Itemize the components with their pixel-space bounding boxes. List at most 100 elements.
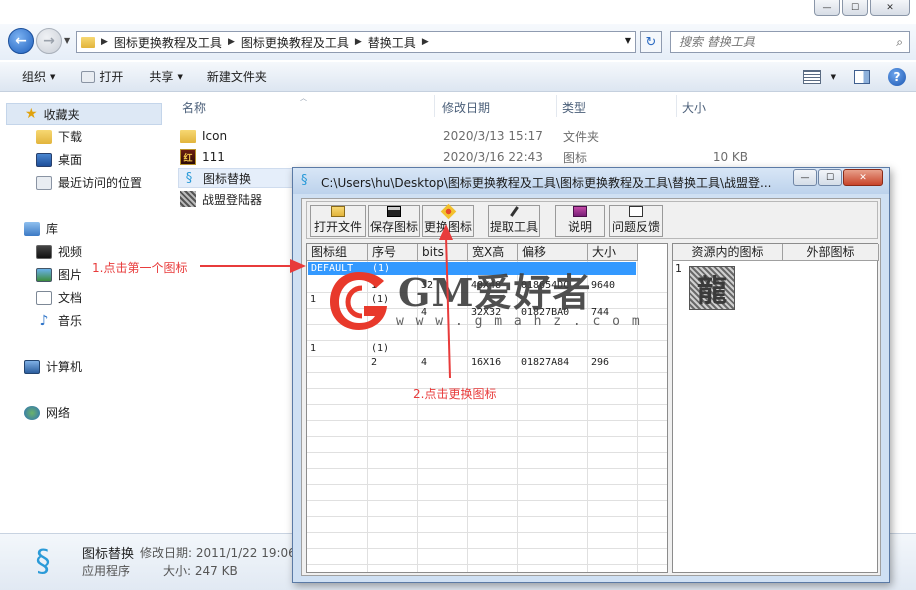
breadcrumb-item[interactable]: 图标更换教程及工具 — [114, 34, 222, 51]
open-label: 打开 — [99, 70, 124, 84]
change-view-button[interactable]: ▼ — [802, 70, 836, 84]
cell-index: 2 — [371, 357, 378, 368]
sidebar-item-network[interactable]: 网络 — [24, 404, 70, 421]
file-row[interactable]: 红 111 2020/3/16 22:43 图标 10 KB — [178, 147, 778, 167]
feedback-label: 问题反馈 — [611, 220, 660, 234]
pictures-icon — [36, 267, 52, 282]
sidebar-item-recent[interactable]: 最近访问的位置 — [36, 174, 142, 191]
file-row[interactable]: Icon 2020/3/13 15:17 文件夹 — [178, 126, 778, 146]
organize-button[interactable]: 组织 ▼ — [0, 62, 65, 92]
dialog-maximize-button[interactable]: ☐ — [818, 169, 842, 186]
breadcrumb-separator-icon[interactable]: ▶ — [422, 37, 429, 47]
open-button[interactable]: 打开 — [65, 62, 133, 92]
column-header-size[interactable]: 大小 — [588, 244, 638, 261]
sidebar-item-videos[interactable]: 视频 — [36, 243, 82, 260]
readme-label: 说明 — [567, 220, 592, 234]
replace-icon-button[interactable]: 更换图标 — [422, 203, 474, 237]
column-header-size-wh[interactable]: 宽X高 — [468, 244, 518, 261]
column-header-size[interactable]: 大小 — [682, 99, 706, 116]
column-header-icon-group[interactable]: 图标组 — [307, 244, 368, 261]
details-name: 图标替换 — [82, 547, 135, 562]
grid-line — [307, 549, 667, 565]
minimize-button[interactable]: — — [814, 0, 840, 16]
breadcrumb-separator-icon[interactable]: ▶ — [228, 37, 235, 47]
address-bar[interactable]: ▶ 图标更换教程及工具 ▶ 图标更换教程及工具 ▶ 替换工具 ▶ ▼ — [76, 31, 636, 53]
file-row-selected[interactable]: § 图标替换 — [178, 168, 298, 188]
details-type: 应用程序 — [82, 564, 131, 578]
breadcrumb-item[interactable]: 图标更换教程及工具 — [241, 34, 349, 51]
table-row[interactable]: 1 (1) — [307, 341, 667, 355]
extract-tool-button[interactable]: 提取工具 — [488, 205, 540, 237]
feedback-button[interactable]: 问题反馈 — [609, 205, 663, 237]
swirl-app-icon: § — [35, 544, 51, 579]
file-name: 图标替换 — [203, 171, 252, 186]
dragon-icon[interactable]: 龍 — [689, 266, 735, 310]
back-button[interactable]: ← — [8, 28, 34, 54]
breadcrumb-separator-icon[interactable]: ▶ — [355, 37, 362, 47]
share-button[interactable]: 共享 ▼ — [133, 62, 192, 92]
sidebar-item-pictures[interactable]: 图片 — [36, 266, 82, 283]
organize-label: 组织 — [22, 70, 47, 84]
breadcrumb-separator-icon[interactable]: ▶ — [101, 37, 108, 47]
folder-icon — [180, 130, 196, 143]
grid-line — [307, 421, 667, 437]
sidebar-item-music[interactable]: ♪ 音乐 — [36, 312, 82, 329]
sidebar-item-favorites[interactable]: ★ 收藏夹 — [6, 103, 162, 125]
recent-pages-dropdown[interactable]: ▼ — [64, 36, 70, 45]
refresh-button[interactable]: ↻ — [640, 31, 662, 53]
sidebar-item-label: 网络 — [46, 406, 71, 420]
address-dropdown-icon[interactable]: ▼ — [625, 36, 631, 45]
sidebar-item-computer[interactable]: 计算机 — [24, 358, 82, 375]
chevron-down-icon: ▼ — [830, 73, 836, 81]
toolbar-right: ▼ ? — [802, 68, 906, 86]
details-modified: 修改日期: 2011/1/22 19:06 — [140, 546, 296, 560]
new-folder-label: 新建文件夹 — [206, 70, 267, 84]
readme-button[interactable]: 说明 — [555, 205, 605, 237]
dialog-close-button[interactable]: ✕ — [843, 169, 883, 186]
column-divider[interactable] — [434, 95, 435, 117]
sidebar-item-label: 最近访问的位置 — [58, 176, 143, 190]
file-modified: 2020/3/13 15:17 — [443, 129, 543, 143]
column-header-bits[interactable]: bits — [418, 244, 468, 261]
close-button[interactable]: ✕ — [870, 0, 910, 16]
gm-logo-icon — [330, 272, 387, 330]
preview-pane-icon[interactable] — [854, 70, 870, 84]
column-header-offset[interactable]: 偏移 — [518, 244, 588, 261]
search-input[interactable] — [679, 35, 879, 49]
help-icon[interactable]: ? — [888, 68, 906, 86]
save-icon-button[interactable]: 保存图标 — [368, 205, 420, 237]
dialog-title-bar[interactable]: § C:\Users\hu\Desktop\图标更换教程及工具\图标更换教程及工… — [293, 168, 889, 194]
sidebar-item-label: 桌面 — [58, 153, 83, 167]
annotation-step-2: 2.点击更换图标 — [413, 387, 497, 401]
column-header-internal-icons[interactable]: 资源内的图标 — [673, 244, 783, 261]
watermark: GM爱好者 w w w . g m a h z . c o m — [324, 260, 640, 340]
sidebar-item-label: 计算机 — [46, 360, 83, 374]
sidebar-item-libraries[interactable]: 库 — [24, 220, 58, 237]
floppy-disk-icon — [387, 206, 401, 217]
table-row[interactable]: 2 4 16X16 01827A84 296 — [307, 355, 667, 369]
sidebar-item-documents[interactable]: 文档 — [36, 289, 82, 306]
resource-icon-index: 1 — [675, 262, 682, 275]
column-divider[interactable] — [676, 95, 677, 117]
new-folder-button[interactable]: 新建文件夹 — [193, 62, 277, 92]
column-header-external-icons[interactable]: 外部图标 — [783, 244, 879, 261]
search-icon[interactable]: ⌕ — [896, 35, 903, 50]
open-file-label: 打开文件 — [313, 220, 362, 234]
column-header-type[interactable]: 类型 — [562, 99, 586, 116]
breadcrumb-item[interactable]: 替换工具 — [368, 34, 416, 51]
maximize-button[interactable]: ☐ — [842, 0, 868, 16]
resource-icon-pane: 资源内的图标 外部图标 1 龍 — [672, 243, 879, 573]
dialog-minimize-button[interactable]: — — [793, 169, 817, 186]
grid-line — [307, 533, 667, 549]
search-box[interactable]: ⌕ — [670, 31, 910, 53]
replace-diamond-icon — [440, 203, 456, 220]
file-row[interactable]: 战盟登陆器 — [178, 189, 298, 209]
column-header-name[interactable]: 名称 — [182, 99, 206, 116]
sidebar-item-downloads[interactable]: 下载 — [36, 128, 82, 145]
column-header-modified[interactable]: 修改日期 — [442, 99, 490, 116]
column-header-index[interactable]: 序号 — [368, 244, 418, 261]
column-divider[interactable] — [556, 95, 557, 117]
open-file-button[interactable]: 打开文件 — [310, 205, 366, 237]
sidebar-item-desktop[interactable]: 桌面 — [36, 151, 82, 168]
forward-button[interactable]: → — [36, 28, 62, 54]
